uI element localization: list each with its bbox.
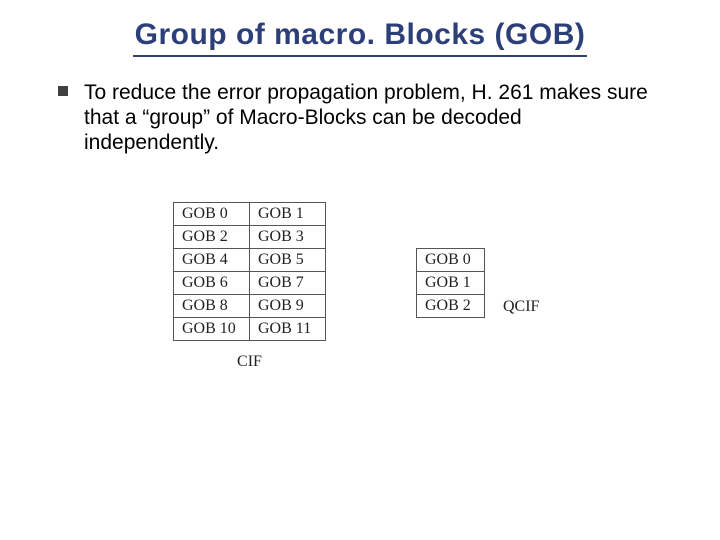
slide-body: To reduce the error propagation problem,… bbox=[0, 52, 720, 371]
table-row: GOB 0 bbox=[417, 248, 485, 271]
slide: Group of macro. Blocks (GOB) To reduce t… bbox=[0, 0, 720, 540]
table-row: GOB 10 GOB 11 bbox=[174, 317, 326, 340]
qcif-wrap: GOB 0 GOB 1 GOB 2 QCIF bbox=[416, 248, 539, 318]
table-cell: GOB 9 bbox=[250, 294, 326, 317]
table-row: GOB 6 GOB 7 bbox=[174, 271, 326, 294]
table-cell: GOB 8 bbox=[174, 294, 250, 317]
table-cell: GOB 6 bbox=[174, 271, 250, 294]
table-row: GOB 0 GOB 1 bbox=[174, 202, 326, 225]
table-cell: GOB 2 bbox=[174, 225, 250, 248]
table-cell: GOB 0 bbox=[417, 248, 485, 271]
qcif-block: GOB 0 GOB 1 GOB 2 QCIF bbox=[416, 202, 539, 318]
table-cell: GOB 10 bbox=[174, 317, 250, 340]
table-cell: GOB 1 bbox=[417, 271, 485, 294]
table-cell: GOB 11 bbox=[250, 317, 326, 340]
title-text: Group of macro. Blocks (GOB) bbox=[133, 18, 588, 57]
table-cell: GOB 5 bbox=[250, 248, 326, 271]
table-row: GOB 4 GOB 5 bbox=[174, 248, 326, 271]
bullet-item: To reduce the error propagation problem,… bbox=[58, 80, 662, 156]
table-row: GOB 2 GOB 3 bbox=[174, 225, 326, 248]
table-cell: GOB 2 bbox=[417, 294, 485, 317]
cif-table: GOB 0 GOB 1 GOB 2 GOB 3 GOB 4 GOB 5 GOB … bbox=[173, 202, 326, 341]
table-row: GOB 2 bbox=[417, 294, 485, 317]
table-cell: GOB 3 bbox=[250, 225, 326, 248]
table-cell: GOB 4 bbox=[174, 248, 250, 271]
square-bullet-icon bbox=[58, 86, 68, 96]
table-row: GOB 8 GOB 9 bbox=[174, 294, 326, 317]
cif-block: GOB 0 GOB 1 GOB 2 GOB 3 GOB 4 GOB 5 GOB … bbox=[173, 202, 326, 371]
diagram-area: GOB 0 GOB 1 GOB 2 GOB 3 GOB 4 GOB 5 GOB … bbox=[58, 156, 662, 371]
slide-title: Group of macro. Blocks (GOB) bbox=[0, 0, 720, 52]
table-cell: GOB 7 bbox=[250, 271, 326, 294]
qcif-table: GOB 0 GOB 1 GOB 2 bbox=[416, 248, 485, 318]
qcif-caption: QCIF bbox=[503, 298, 539, 316]
table-cell: GOB 0 bbox=[174, 202, 250, 225]
bullet-text: To reduce the error propagation problem,… bbox=[84, 80, 662, 156]
table-cell: GOB 1 bbox=[250, 202, 326, 225]
table-row: GOB 1 bbox=[417, 271, 485, 294]
cif-caption: CIF bbox=[237, 353, 262, 371]
